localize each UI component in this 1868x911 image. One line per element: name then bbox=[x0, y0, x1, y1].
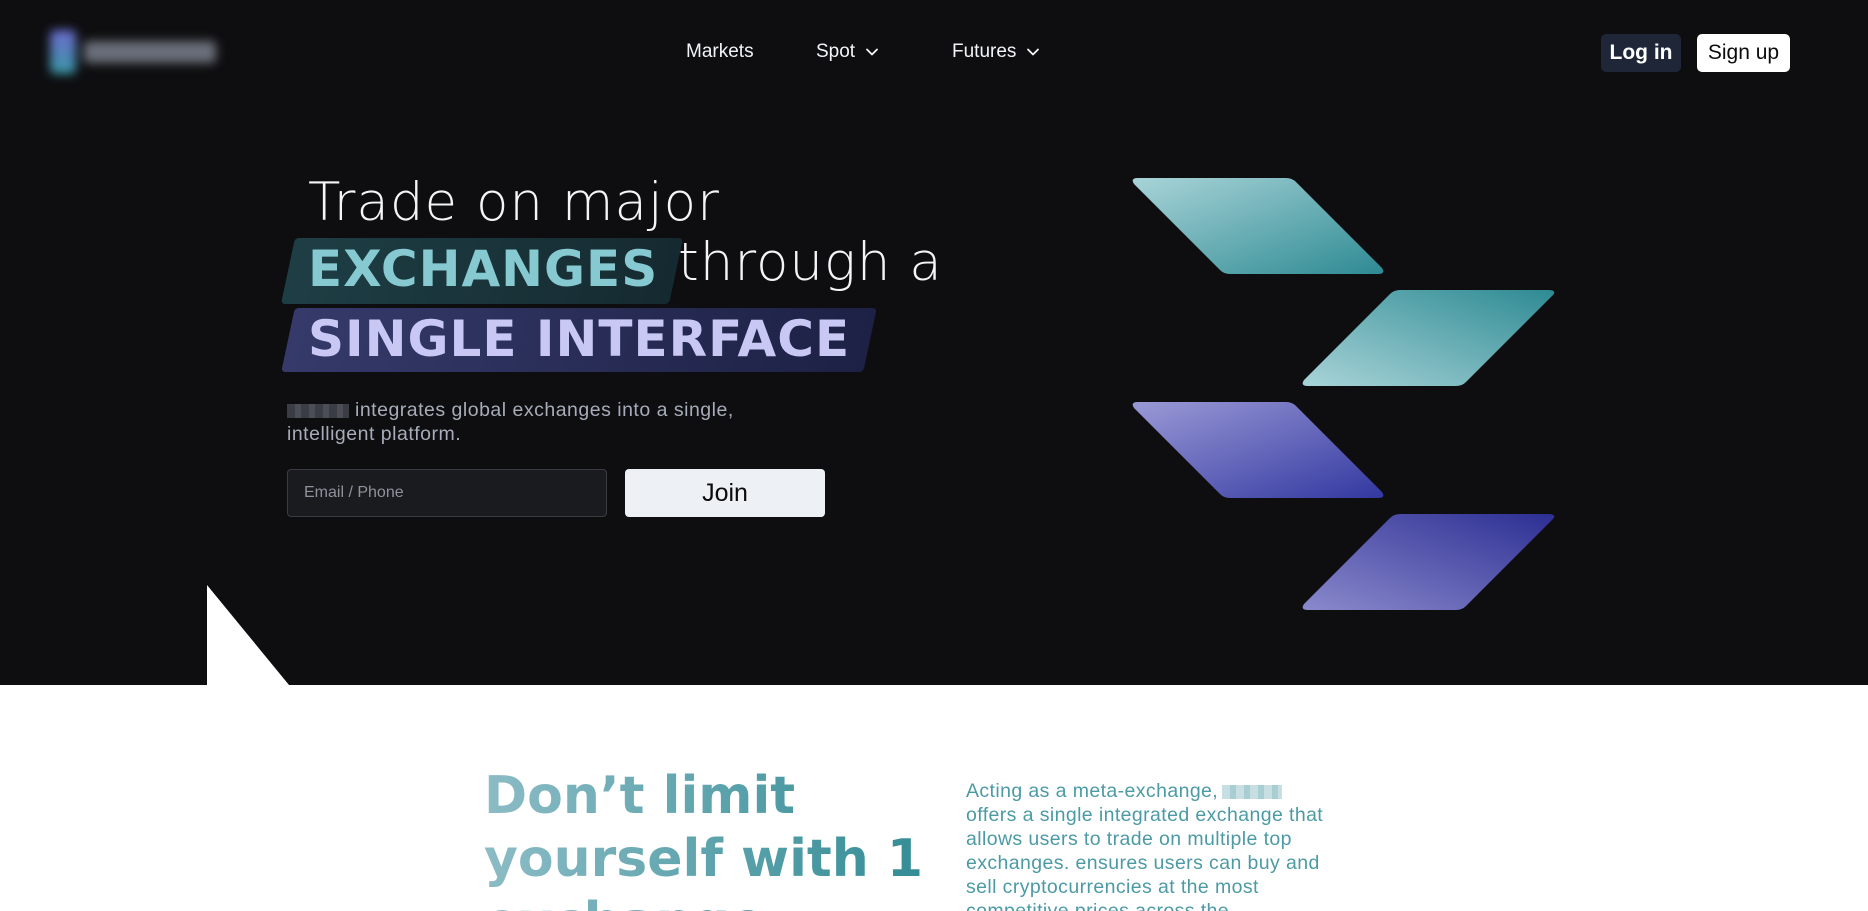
single-interface-highlight: SINGLE INTERFACE bbox=[281, 308, 877, 372]
hero-subtext: integrates global exchanges into a singl… bbox=[287, 398, 787, 446]
hero-title-line1: Trade on major bbox=[308, 172, 720, 233]
meta-exchange-section: Don’t limit yourself with 1 exchange Act… bbox=[0, 685, 1868, 911]
logo-mark-icon bbox=[50, 30, 76, 74]
shape-purple-bottom bbox=[1302, 514, 1555, 610]
chevron-down-icon bbox=[1027, 48, 1040, 56]
section-heading: Don’t limit yourself with 1 exchange bbox=[484, 765, 944, 911]
redacted-brand-name bbox=[1222, 784, 1283, 799]
chevron-down-icon bbox=[866, 48, 878, 56]
nav-item-spot[interactable]: Spot bbox=[816, 38, 879, 66]
signup-button[interactable]: Sign up bbox=[1697, 34, 1790, 72]
exchanges-highlight-text: EXCHANGES bbox=[308, 240, 659, 298]
nav-item-label: Markets bbox=[686, 41, 754, 62]
nav-item-futures[interactable]: Futures bbox=[952, 38, 1040, 66]
nav-item-label: Futures bbox=[952, 41, 1017, 62]
redacted-brand-name bbox=[287, 403, 349, 418]
hero-subtext-body: integrates global exchanges into a singl… bbox=[287, 399, 734, 445]
shape-purple-top bbox=[1132, 402, 1384, 498]
single-interface-text: SINGLE INTERFACE bbox=[308, 310, 851, 368]
hero-title-through: through a bbox=[678, 232, 943, 293]
join-button[interactable]: Join bbox=[625, 469, 825, 517]
nav-item-markets[interactable]: Markets bbox=[686, 38, 754, 66]
section-description-lead: Acting as a meta-exchange, bbox=[966, 780, 1219, 802]
shape-teal-bottom bbox=[1302, 290, 1555, 386]
login-button[interactable]: Log in bbox=[1601, 34, 1681, 72]
exchanges-highlight: EXCHANGES bbox=[280, 238, 684, 304]
hero-parallelograms-graphic bbox=[1132, 178, 1555, 610]
section-description: Acting as a meta-exchange, offers a sing… bbox=[966, 779, 1336, 911]
corner-triangle-decoration bbox=[207, 585, 289, 685]
section-description-body: offers a single integrated exchange that… bbox=[966, 804, 1324, 911]
logo-wordmark bbox=[84, 41, 216, 63]
brand-logo[interactable] bbox=[50, 28, 226, 76]
shape-teal-top bbox=[1132, 178, 1384, 274]
nav-item-label: Spot bbox=[816, 41, 856, 62]
email-phone-input[interactable] bbox=[287, 469, 607, 517]
hero-section: Markets Spot Futures Log in Sign up Trad… bbox=[0, 0, 1868, 685]
